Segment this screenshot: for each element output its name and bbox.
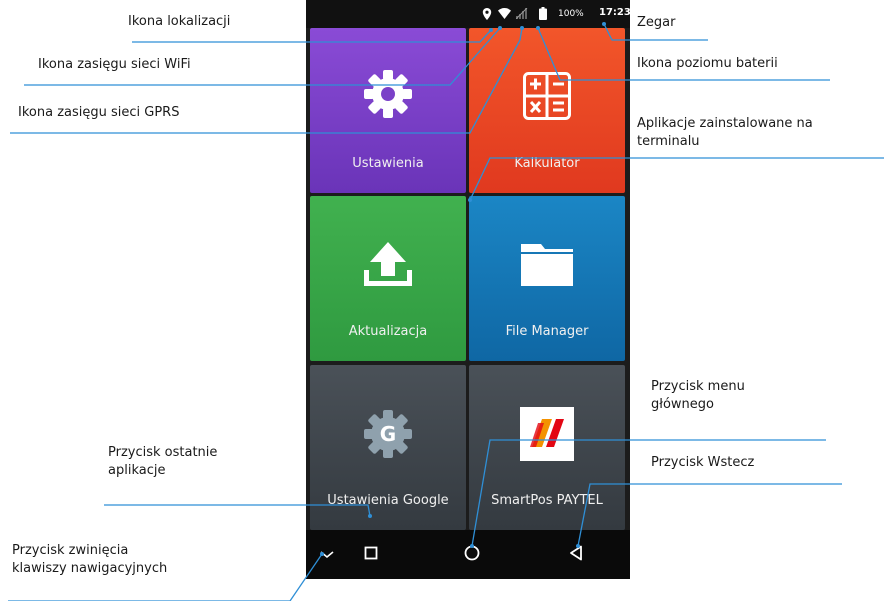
annotation-apps-line1: Aplikacje zainstalowane na bbox=[637, 116, 813, 131]
annotation-gprs: Ikona zasięgu sieci GPRS bbox=[18, 105, 180, 120]
annotation-home: Przycisk menu głównego bbox=[651, 378, 745, 414]
paytel-icon bbox=[520, 407, 574, 465]
battery-icon bbox=[539, 7, 547, 23]
wifi-icon bbox=[498, 8, 511, 22]
annotation-apps: Aplikacje zainstalowane na terminalu bbox=[637, 115, 813, 151]
collapse-icon bbox=[319, 545, 335, 564]
battery-percent: 100% bbox=[558, 9, 584, 19]
app-tile-smartpos-paytel[interactable]: SmartPos PAYTEL bbox=[469, 365, 625, 530]
annotation-home-line2: głównego bbox=[651, 397, 714, 412]
back-icon bbox=[569, 545, 583, 565]
annotation-clock: Zegar bbox=[637, 15, 676, 30]
annotation-collapse-line1: Przycisk zwinięcia bbox=[12, 543, 129, 558]
app-label: File Manager bbox=[505, 324, 589, 339]
annotation-recents-line1: Przycisk ostatnie bbox=[108, 445, 218, 460]
annotation-wifi: Ikona zasięgu sieci WiFi bbox=[38, 57, 191, 72]
collapse-nav-button[interactable] bbox=[312, 530, 342, 579]
home-button[interactable] bbox=[457, 530, 487, 579]
status-bar: 100% 17:23 bbox=[306, 0, 630, 28]
annotation-battery: Ikona poziomu baterii bbox=[637, 56, 778, 71]
annotation-back: Przycisk Wstecz bbox=[651, 455, 755, 470]
annotation-recents-line2: aplikacje bbox=[108, 463, 166, 478]
annotation-recents: Przycisk ostatnie aplikacje bbox=[108, 444, 217, 480]
upload-icon bbox=[362, 240, 414, 292]
folder-icon bbox=[519, 242, 575, 292]
annotation-apps-line2: terminalu bbox=[637, 134, 700, 149]
annotation-collapse-line2: klawiszy nawigacyjnych bbox=[12, 561, 168, 576]
app-label: Ustawienia bbox=[352, 156, 424, 171]
home-icon bbox=[464, 545, 480, 565]
back-button[interactable] bbox=[561, 530, 591, 579]
app-label: Aktualizacja bbox=[348, 324, 428, 339]
calculator-icon bbox=[523, 72, 571, 124]
app-label: Kalkulator bbox=[514, 156, 580, 171]
gear-icon bbox=[362, 68, 414, 124]
app-tile-update[interactable]: Aktualizacja bbox=[310, 196, 466, 361]
annotation-home-line1: Przycisk menu bbox=[651, 379, 745, 394]
svg-text:G: G bbox=[380, 422, 396, 446]
device-screen: 100% 17:23 Ustawienia Kalkulator Aktuali… bbox=[306, 0, 630, 579]
clock: 17:23 bbox=[599, 7, 630, 18]
app-label: SmartPos PAYTEL bbox=[491, 493, 603, 508]
recents-icon bbox=[364, 545, 378, 564]
app-tile-google-settings[interactable]: G Ustawienia Google bbox=[310, 365, 466, 530]
app-label: Ustawienia Google bbox=[327, 493, 449, 508]
google-settings-icon: G bbox=[363, 409, 413, 463]
recents-button[interactable] bbox=[356, 530, 386, 579]
app-tile-settings[interactable]: Ustawienia bbox=[310, 28, 466, 193]
app-tile-calculator[interactable]: Kalkulator bbox=[469, 28, 625, 193]
location-icon bbox=[482, 8, 492, 23]
annotation-collapse: Przycisk zwinięcia klawiszy nawigacyjnyc… bbox=[12, 542, 167, 578]
navigation-bar bbox=[306, 530, 630, 579]
annotation-location: Ikona lokalizacji bbox=[128, 14, 231, 29]
app-tile-file-manager[interactable]: File Manager bbox=[469, 196, 625, 361]
signal-icon bbox=[515, 7, 528, 22]
